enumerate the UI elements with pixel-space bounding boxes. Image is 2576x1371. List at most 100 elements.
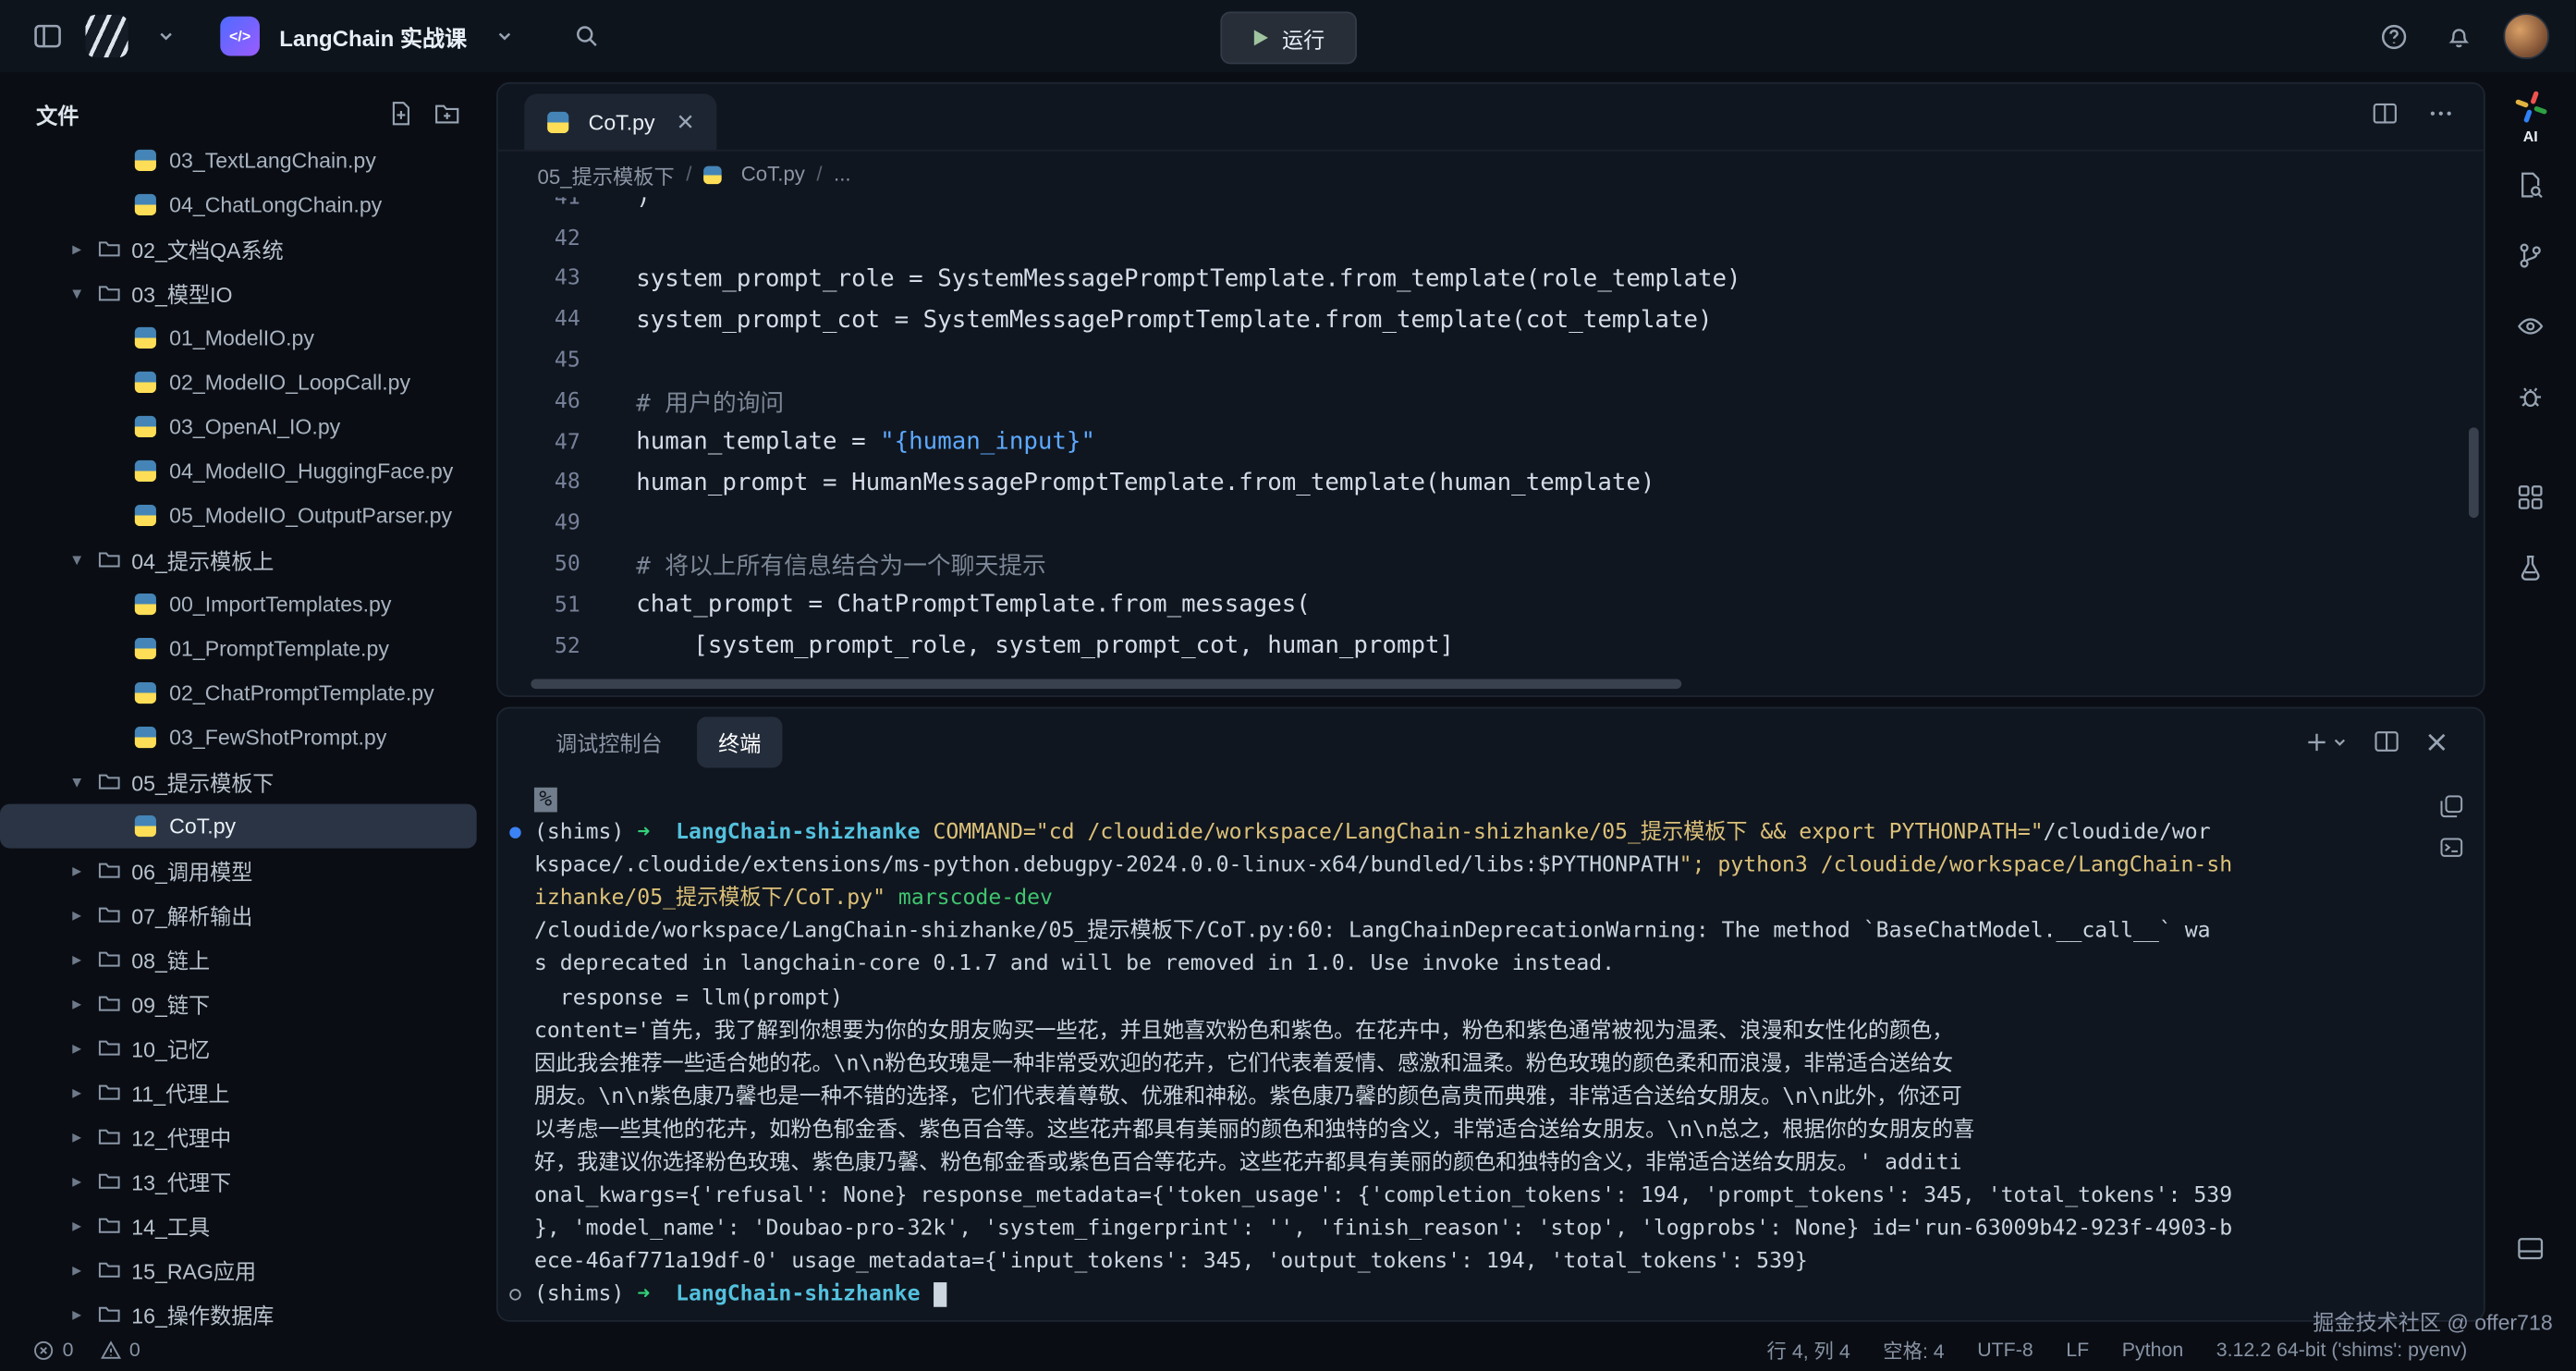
tree-folder-row[interactable]: ▸15_RAG应用 [0,1248,477,1292]
tree-file-row[interactable]: CoT.py [0,804,477,849]
code-area[interactable]: 41)4243system_prompt_role = SystemMessag… [498,197,2484,695]
errors-indicator[interactable]: 0 [33,1339,74,1362]
tree-folder-row[interactable]: ▸07_解析输出 [0,893,477,937]
terminal-output[interactable]: %(shims) ➜ LangChain-shizhanke COMMAND="… [498,775,2484,1320]
close-panel-icon[interactable] [2426,730,2448,752]
debug-bug-icon[interactable] [2517,383,2545,410]
tree-file-row[interactable]: 03_OpenAI_IO.py [0,404,477,448]
breadcrumb-separator: / [816,163,822,186]
tree-folder-row[interactable]: ▸11_代理上 [0,1071,477,1115]
tree-file-row[interactable]: 05_ModelIO_OutputParser.py [0,493,477,537]
editor-tab-cot[interactable]: CoT.py [524,93,717,149]
tree-file-row[interactable]: 03_FewShotPrompt.py [0,716,477,760]
line-number: 46 [498,389,606,414]
app-logo[interactable] [85,15,128,57]
eye-icon[interactable] [2517,312,2545,340]
split-editor-icon[interactable] [2372,100,2398,126]
terminal-line: onal_kwargs={'refusal': None} response_m… [534,1181,2471,1214]
extensions-grid-icon[interactable] [2517,484,2545,511]
avatar[interactable] [2503,13,2549,59]
tree-folder-row[interactable]: ▸02_文档QA系统 [0,226,477,271]
terminal-icon[interactable] [2439,835,2464,860]
logo-chevron-down-icon[interactable] [144,15,187,57]
close-icon[interactable] [678,114,694,130]
status-item[interactable]: 空格: 4 [1883,1336,1944,1364]
tree-folder-row[interactable]: ▾05_提示模板下 [0,760,477,804]
editor-tabstrip: CoT.py [498,84,2484,152]
tree-file-row[interactable]: 01_ModelIO.py [0,315,477,360]
search-icon[interactable] [566,15,608,57]
breadcrumb[interactable]: 05_提示模板下 / CoT.py / ... [498,152,2484,198]
tree-folder-row[interactable]: ▾04_提示模板上 [0,538,477,582]
tree-folder-row[interactable]: ▸09_链下 [0,982,477,1026]
watermark: 掘金技术社区 @ offer718 [2313,1305,2552,1337]
folder-icon [97,1213,122,1238]
run-button[interactable]: 运行 [1219,11,1356,64]
file-name: 01_ModelIO.py [169,325,314,350]
code-line: 41) [498,197,2484,218]
code-line: 46# 用户的询问 [498,382,2484,422]
terminal-line: % [534,784,2471,817]
tree-file-row[interactable]: 03_TextLangChain.py [0,138,477,182]
folder-icon [97,1124,122,1149]
tree-file-row[interactable]: 04_ModelIO_HuggingFace.py [0,448,477,493]
project-name[interactable]: LangChain 实战课 [279,19,467,53]
terminal-line: response = llm(prompt) [534,983,2471,1016]
file-name: 00_ImportTemplates.py [169,592,391,617]
tree-folder-row[interactable]: ▾03_模型IO [0,271,477,315]
project-icon[interactable]: </> [220,17,260,56]
vertical-scrollbar[interactable] [2469,427,2479,518]
tree-folder-row[interactable]: ▸14_工具 [0,1204,477,1248]
notifications-bell-icon[interactable] [2437,15,2480,57]
status-item[interactable]: Python [2122,1339,2183,1362]
status-item[interactable]: LF [2066,1339,2089,1362]
more-actions-icon[interactable] [2428,100,2454,126]
split-terminal-icon[interactable] [2374,728,2399,754]
tree-folder-row[interactable]: ▸13_代理下 [0,1159,477,1204]
test-flask-icon[interactable] [2517,554,2545,581]
new-folder-icon[interactable] [433,100,459,126]
chevron-down-icon: ▾ [72,771,92,792]
python-icon [135,372,156,393]
tree-folder-row[interactable]: ▸06_调用模型 [0,849,477,893]
tab-terminal[interactable]: 终端 [697,716,782,766]
tree-folder-row[interactable]: ▸12_代理中 [0,1115,477,1159]
file-search-icon[interactable] [2517,171,2545,199]
error-count: 0 [63,1339,74,1362]
play-icon [1251,28,1269,47]
help-icon[interactable] [2372,15,2414,57]
code-line: 52 [system_prompt_role, system_prompt_co… [498,626,2484,667]
tree-folder-row[interactable]: ▸16_操作数据库 [0,1292,477,1328]
warnings-indicator[interactable]: 0 [100,1339,140,1362]
status-item[interactable]: UTF-8 [1977,1339,2033,1362]
folder-icon [97,547,122,572]
horizontal-scrollbar[interactable] [531,679,1681,689]
tree-file-row[interactable]: 04_ChatLongChain.py [0,182,477,226]
sidebar-toggle-icon[interactable] [26,15,68,57]
ai-assistant-button[interactable]: AI [2512,89,2548,144]
tree-file-row[interactable]: 02_ModelIO_LoopCall.py [0,360,477,404]
breadcrumb-file[interactable]: CoT.py [741,163,805,186]
folder-name: 02_文档QA系统 [131,234,283,265]
tree-folder-row[interactable]: ▸08_链上 [0,937,477,982]
status-item[interactable]: 3.12.2 64-bit ('shims': pyenv) [2216,1339,2467,1362]
status-right: 行 4, 列 4 空格: 4 UTF-8 LF Python 3.12.2 64-bit … [1767,1336,2468,1364]
terminal-line: 以考虑一些其他的花卉，如粉色郁金香、紫色百合等。这些花卉都具有美丽的颜色和独特的… [534,1115,2471,1148]
breadcrumb-more[interactable]: ... [834,163,851,186]
new-terminal-button[interactable] [2304,729,2347,754]
panel-toggle-icon[interactable] [2517,1235,2545,1263]
breadcrumb-folder[interactable]: 05_提示模板下 [538,159,675,190]
new-file-icon[interactable] [388,100,414,126]
tree-file-row[interactable]: 01_PromptTemplate.py [0,627,477,671]
project-chevron-down-icon[interactable] [483,15,526,57]
layers-icon[interactable] [2439,794,2464,819]
status-item[interactable]: 行 4, 列 4 [1767,1336,1850,1364]
tree-folder-row[interactable]: ▸10_记忆 [0,1026,477,1071]
tree-file-row[interactable]: 02_ChatPromptTemplate.py [0,671,477,716]
tree-file-row[interactable]: 00_ImportTemplates.py [0,582,477,627]
file-tree: 03_TextLangChain.py04_ChatLongChain.py▸0… [0,138,490,1328]
terminal-line: izhanke/05_提示模板下/CoT.py" marscode-dev [534,883,2471,916]
tab-debug-console[interactable]: 调试控制台 [534,716,684,766]
file-name: 02_ChatPromptTemplate.py [169,680,434,705]
git-branch-icon[interactable] [2517,241,2545,269]
